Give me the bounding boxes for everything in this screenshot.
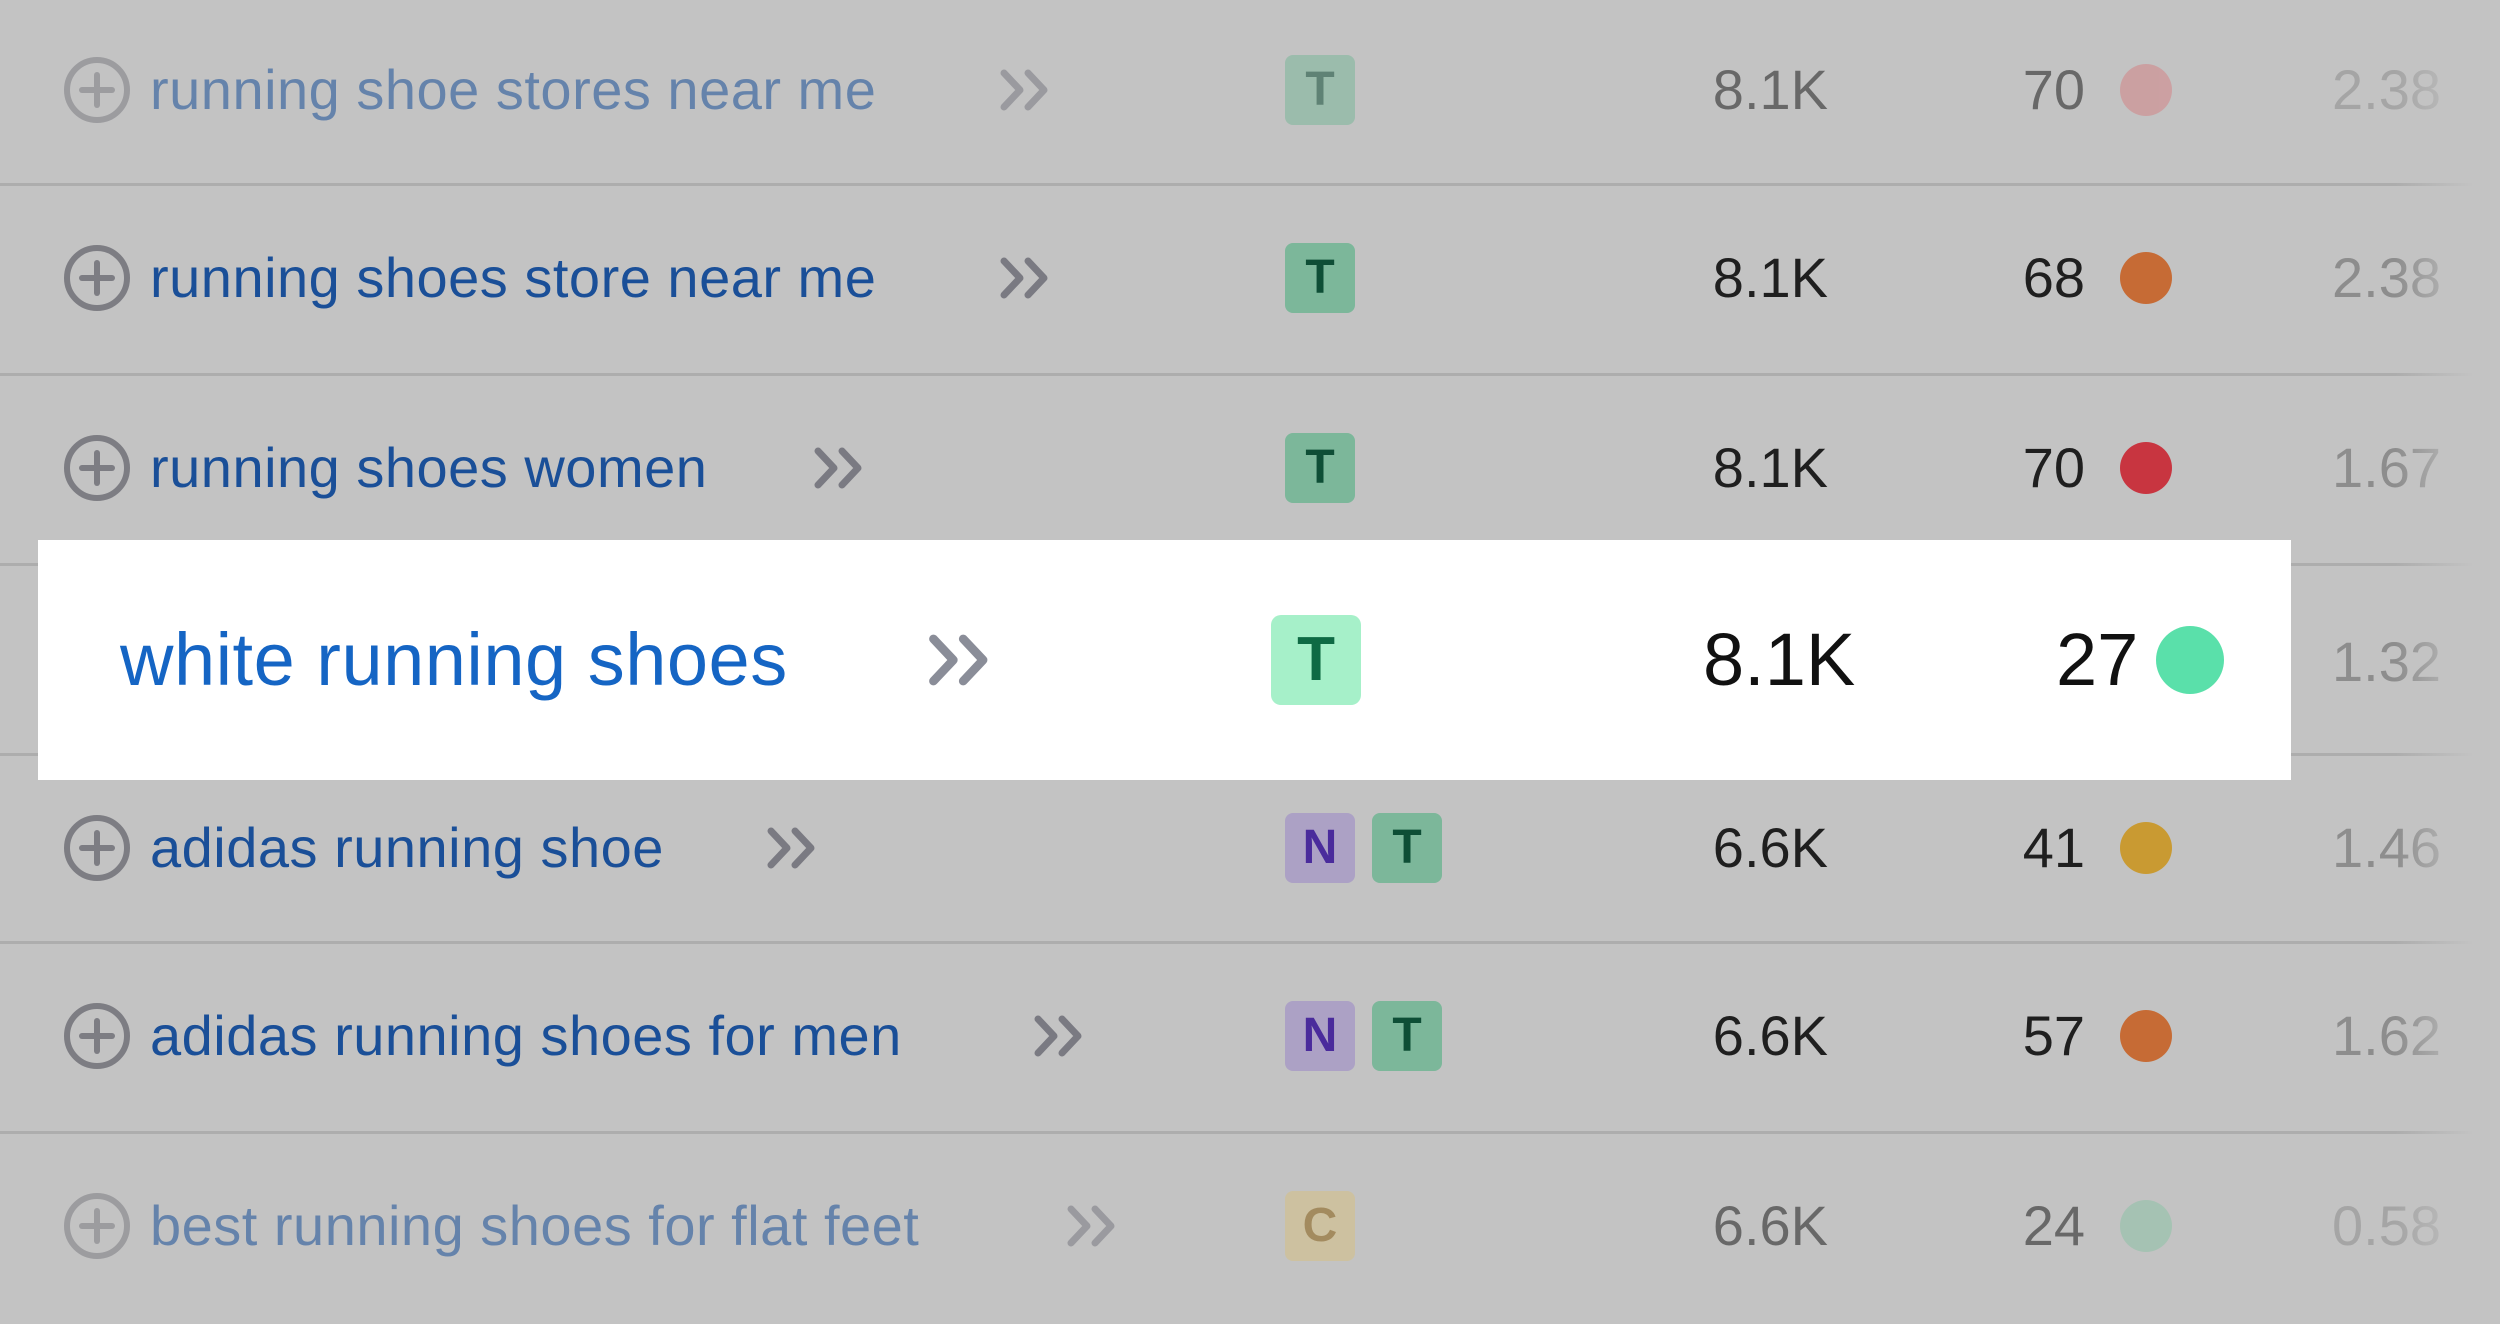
double-chevron-right-icon[interactable] [1032,1011,1090,1061]
volume-value: 8.1K [1703,618,1856,701]
intent-badge: C [1285,1191,1355,1261]
keyword-table: running shoe stores near me T 8.1K 70 2.… [0,0,2500,1322]
kd-indicator [2120,822,2172,874]
kd-indicator [2120,1010,2172,1062]
keyword-link[interactable]: best running shoes for flat feet [150,1192,919,1260]
kd-value: 57 [2022,1004,2085,1067]
plus-circle-icon[interactable] [62,55,132,125]
kd-indicator [2120,1200,2172,1252]
kd-value: 70 [2022,58,2085,121]
volume-value: 8.1K [1712,246,1828,309]
table-row[interactable]: adidas running shoes for men N T 6.6K 57… [0,946,2500,1134]
kd-indicator [2156,626,2224,694]
kd-value: 27 [2056,618,2139,701]
keyword-link[interactable]: running shoes women [150,434,707,502]
row-divider [0,373,2500,376]
cpc-value: 2.38 [2332,58,2441,121]
intent-badge: T [1271,615,1361,705]
keyword-link[interactable]: running shoe stores near me [150,56,876,124]
kd-value: 68 [2022,246,2085,309]
table-row[interactable]: running shoes store near me T 8.1K 68 2.… [0,188,2500,376]
volume-value: 6.6K [1712,816,1828,879]
kd-value: 70 [2022,436,2085,499]
plus-circle-icon[interactable] [62,813,132,883]
kd-value: 24 [2022,1194,2085,1257]
kd-value: 41 [2022,816,2085,879]
intent-badge: T [1372,813,1442,883]
cpc-value: 0.58 [2332,1194,2441,1257]
cpc-value: 1.46 [2332,816,2441,879]
plus-circle-icon[interactable] [62,1191,132,1261]
kd-indicator [2120,442,2172,494]
keyword-link[interactable]: white running shoes [120,617,788,703]
cpc-value: 1.32 [2332,630,2441,693]
intent-badge: T [1372,1001,1442,1071]
table-row[interactable]: running shoe stores near me T 8.1K 70 2.… [0,0,2500,188]
volume-value: 6.6K [1712,1004,1828,1067]
intent-badge: N [1285,1001,1355,1071]
row-divider [0,1131,2500,1134]
row-divider [0,941,2500,944]
double-chevron-right-icon[interactable] [926,629,998,691]
kd-indicator [2120,252,2172,304]
volume-value: 6.6K [1712,1194,1828,1257]
intent-badge: T [1285,433,1355,503]
plus-circle-icon[interactable] [62,433,132,503]
double-chevron-right-icon[interactable] [812,443,870,493]
cpc-value: 1.62 [2332,1004,2441,1067]
row-divider [0,183,2500,186]
volume-value: 8.1K [1712,436,1828,499]
highlighted-row[interactable]: white running shoes T 8.1K 27 [38,540,2291,780]
keyword-link[interactable]: adidas running shoe [150,814,664,882]
volume-value: 8.1K [1712,58,1828,121]
double-chevron-right-icon[interactable] [998,253,1056,303]
double-chevron-right-icon[interactable] [765,823,823,873]
plus-circle-icon[interactable] [62,243,132,313]
double-chevron-right-icon[interactable] [998,65,1056,115]
kd-indicator [2120,64,2172,116]
intent-badge: N [1285,813,1355,883]
cpc-value: 2.38 [2332,246,2441,309]
keyword-link[interactable]: running shoes store near me [150,244,876,312]
plus-circle-icon[interactable] [62,1001,132,1071]
table-row[interactable]: adidas running shoe N T 6.6K 41 1.46 [0,758,2500,946]
table-row[interactable]: running shoes women T 8.1K 70 1.67 [0,378,2500,566]
keyword-link[interactable]: adidas running shoes for men [150,1002,902,1070]
intent-badge: T [1285,55,1355,125]
double-chevron-right-icon[interactable] [1065,1201,1123,1251]
table-row[interactable]: best running shoes for flat feet C 6.6K … [0,1136,2500,1324]
intent-badge: T [1285,243,1355,313]
cpc-value: 1.67 [2332,436,2441,499]
